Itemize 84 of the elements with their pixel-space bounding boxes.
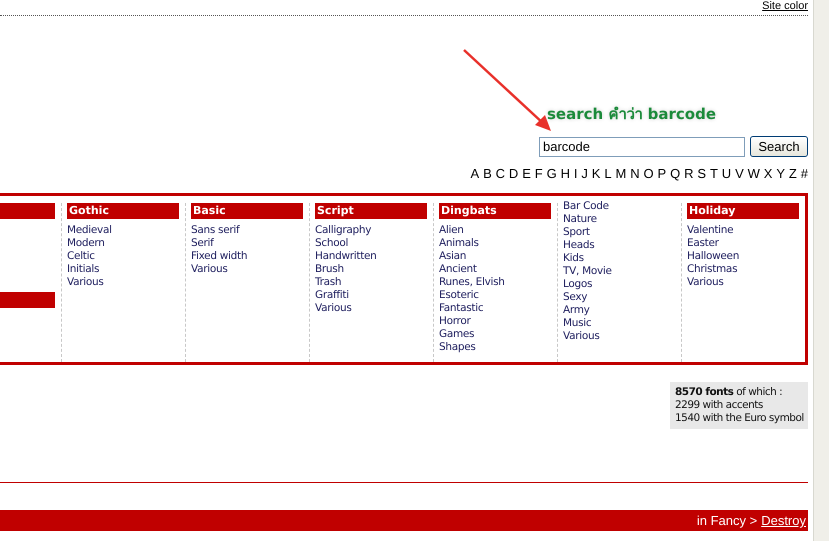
category-link[interactable]: Animals [439, 237, 551, 250]
category-link[interactable]: Fixed width [191, 250, 303, 263]
letter-link[interactable]: Q [670, 166, 680, 181]
category-link[interactable]: Runes, Elvish [439, 276, 551, 289]
category-link[interactable]: Sexy [563, 291, 675, 304]
category-link[interactable]: Army [563, 304, 675, 317]
letter-link[interactable]: R [684, 166, 694, 181]
category-link[interactable]: Celtic [67, 250, 179, 263]
letter-link[interactable]: Y [776, 166, 786, 181]
category-link[interactable]: Esoteric [439, 289, 551, 302]
category-link[interactable]: Games [439, 328, 551, 341]
category-link[interactable]: Various [67, 276, 179, 289]
stats-line: 8570 fonts of which : [675, 386, 784, 399]
letter-link[interactable]: V [735, 166, 744, 181]
category-link[interactable]: Kids [563, 252, 675, 265]
category-link[interactable]: Christmas [687, 263, 799, 276]
letter-link[interactable]: H [560, 166, 570, 181]
category-header: Basic [191, 203, 303, 219]
scrollbar[interactable] [813, 0, 829, 541]
category-link[interactable]: Easter [687, 237, 799, 250]
letter-link[interactable]: # [800, 166, 808, 181]
category-link[interactable]: Heads [563, 239, 675, 252]
category-link[interactable]: Logos [563, 278, 675, 291]
letter-link[interactable]: B [483, 166, 492, 181]
breadcrumb-text: in Fancy > [696, 513, 758, 528]
category-header: Script [315, 203, 427, 219]
category-link[interactable]: Horror [439, 315, 551, 328]
category-link[interactable]: Music [563, 317, 675, 330]
category-link[interactable]: Trash [315, 276, 427, 289]
letter-link[interactable]: Z [788, 166, 797, 181]
category-link[interactable]: Valentine [687, 224, 799, 237]
category-link[interactable]: Various [687, 276, 799, 289]
category-link[interactable]: Calligraphy [315, 224, 427, 237]
letter-link[interactable]: U [722, 166, 732, 181]
category-link[interactable]: Asian [439, 250, 551, 263]
letter-link[interactable]: A [470, 166, 480, 181]
stats-line: 2299 with accents [675, 399, 764, 412]
letter-link[interactable]: G [546, 166, 557, 181]
letter-link[interactable]: C [496, 166, 506, 181]
category-header: Gothic [67, 203, 179, 219]
annotation-text: search คำว่า barcode [547, 104, 716, 125]
letter-link[interactable]: L [604, 166, 612, 181]
letter-link[interactable]: J [581, 166, 588, 181]
letter-link[interactable]: K [592, 166, 600, 181]
breadcrumb-link[interactable]: Destroy [761, 513, 806, 528]
category-link[interactable]: Brush [315, 263, 427, 276]
site-color-link[interactable]: Site color [762, 0, 808, 13]
search-field[interactable]: barcode [539, 136, 745, 156]
category-link[interactable]: Alien [439, 224, 551, 237]
letter-link[interactable]: N [630, 166, 640, 181]
category-link[interactable]: Graffiti [315, 289, 427, 302]
category-link[interactable]: Various [315, 302, 427, 315]
category-link[interactable]: Shapes [439, 341, 551, 354]
letter-link[interactable]: X [764, 166, 772, 181]
category-link[interactable]: Initials [67, 263, 179, 276]
letter-link[interactable]: F [534, 166, 543, 181]
category-link[interactable]: Serif [191, 237, 303, 250]
category-link[interactable]: Modern [67, 237, 179, 250]
category-header: Dingbats [439, 203, 551, 219]
category-link[interactable]: Nature [563, 213, 675, 226]
letter-link[interactable]: T [710, 166, 718, 181]
category-link[interactable]: Fantastic [439, 302, 551, 315]
category-link[interactable]: Various [191, 263, 303, 276]
search-button[interactable]: Search [750, 136, 808, 157]
letter-link[interactable]: S [697, 166, 706, 181]
category-header: Holiday [687, 203, 799, 219]
category-link[interactable]: Sport [563, 226, 675, 239]
letter-link[interactable]: I [574, 166, 578, 181]
letter-link[interactable]: W [748, 166, 760, 181]
category-link[interactable]: Various [563, 330, 675, 343]
category-link[interactable]: Medieval [67, 224, 179, 237]
category-link[interactable]: Bar Code [563, 200, 675, 213]
letter-link[interactable]: M [615, 166, 626, 181]
letter-link[interactable]: E [522, 166, 531, 181]
stats-line: 1540 with the Euro symbol [675, 412, 803, 425]
category-link[interactable]: Halloween [687, 250, 799, 263]
letter-link[interactable]: O [644, 166, 654, 181]
category-link[interactable]: Ancient [439, 263, 551, 276]
category-link[interactable]: School [315, 237, 427, 250]
category-link[interactable]: Handwritten [315, 250, 427, 263]
category-link[interactable]: Sans serif [191, 224, 303, 237]
letter-link[interactable]: P [658, 166, 666, 181]
letter-link[interactable]: D [508, 166, 518, 181]
category-link[interactable]: TV, Movie [563, 265, 675, 278]
